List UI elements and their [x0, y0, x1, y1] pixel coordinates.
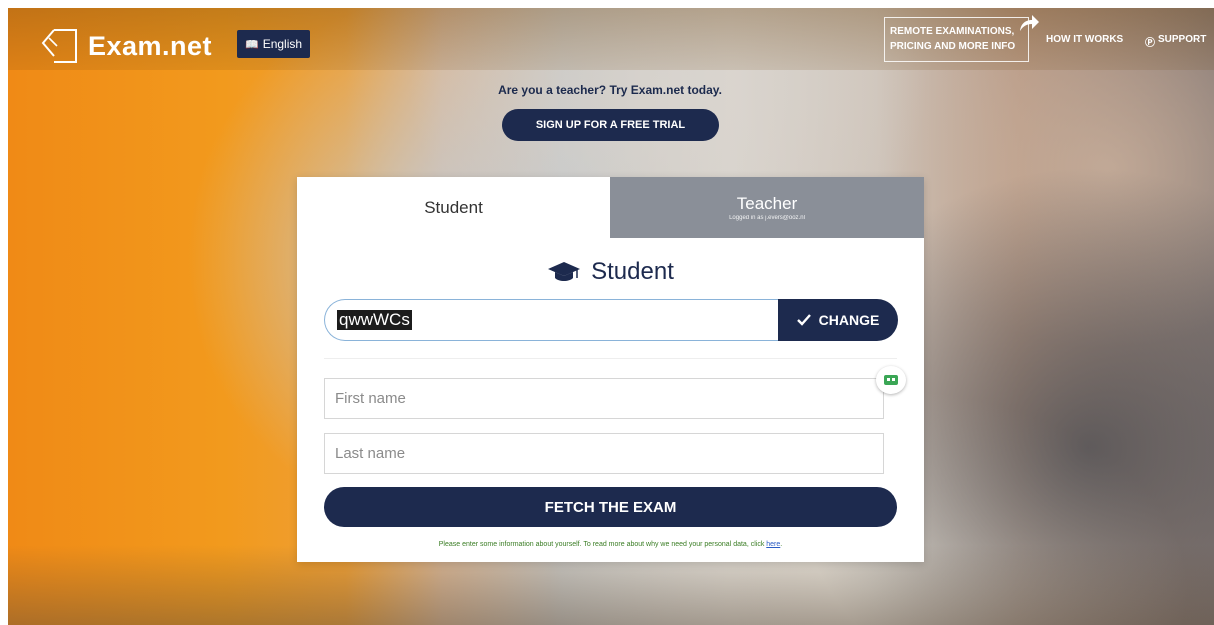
how-it-works-link[interactable]: HOW IT WORKS — [1046, 34, 1123, 45]
privacy-note-text: Please enter some information about your… — [438, 541, 767, 548]
privacy-note-end: . — [780, 541, 783, 548]
exam-code-input[interactable]: qwwWCs — [324, 299, 779, 341]
exam-code-value: qwwWCs — [337, 310, 412, 330]
teacher-promo-text: Are you a teacher? Try Exam.net today. — [498, 83, 722, 97]
first-name-field[interactable]: First name — [324, 378, 884, 419]
language-button[interactable]: 📖 English — [237, 30, 311, 58]
form-heading: Student — [297, 258, 924, 286]
remote-line1: REMOTE EXAMINATIONS, — [890, 26, 1015, 37]
tab-student[interactable]: Student — [297, 177, 610, 238]
tab-teacher-label: Teacher — [736, 194, 798, 213]
support-link[interactable]: Ⓟ SUPPORT — [1145, 34, 1206, 49]
check-icon — [796, 314, 811, 326]
robot-face-icon — [884, 375, 898, 385]
fetch-exam-button[interactable]: FETCH THE EXAM — [324, 487, 897, 527]
teacher-logged-in-text: Logged in as j.evers@ooz.nl — [729, 215, 805, 221]
graduation-cap-icon — [548, 262, 581, 281]
robot-icon[interactable] — [876, 366, 906, 394]
privacy-here-link[interactable]: here — [766, 541, 780, 548]
remote-examinations-link[interactable]: REMOTE EXAMINATIONS, PRICING AND MORE IN… — [884, 17, 1029, 62]
privacy-note: Please enter some information about your… — [297, 541, 924, 548]
login-card: Student Teacher Logged in as j.evers@ooz… — [297, 177, 924, 562]
logo-text: Exam.net — [88, 30, 213, 61]
help-circle-icon: Ⓟ — [1145, 38, 1155, 49]
first-name-placeholder: First name — [335, 390, 406, 407]
change-button[interactable]: CHANGE — [778, 299, 898, 341]
logo-icon — [41, 29, 77, 63]
form-heading-text: Student — [591, 258, 674, 285]
support-label: SUPPORT — [1158, 34, 1207, 45]
last-name-placeholder: Last name — [335, 445, 406, 462]
change-label: CHANGE — [818, 312, 880, 328]
tab-teacher[interactable]: Teacher Logged in as j.evers@ooz.nl — [610, 177, 924, 238]
language-label: English — [262, 37, 303, 51]
translate-icon: 📖 — [245, 38, 259, 51]
share-arrow-icon — [1020, 15, 1039, 31]
signup-free-trial-button[interactable]: SIGN UP FOR A FREE TRIAL — [502, 109, 719, 141]
last-name-field[interactable]: Last name — [324, 433, 884, 474]
remote-line2: PRICING AND MORE INFO — [890, 41, 1016, 52]
divider — [324, 358, 897, 359]
logo[interactable]: Exam.net — [40, 26, 212, 66]
